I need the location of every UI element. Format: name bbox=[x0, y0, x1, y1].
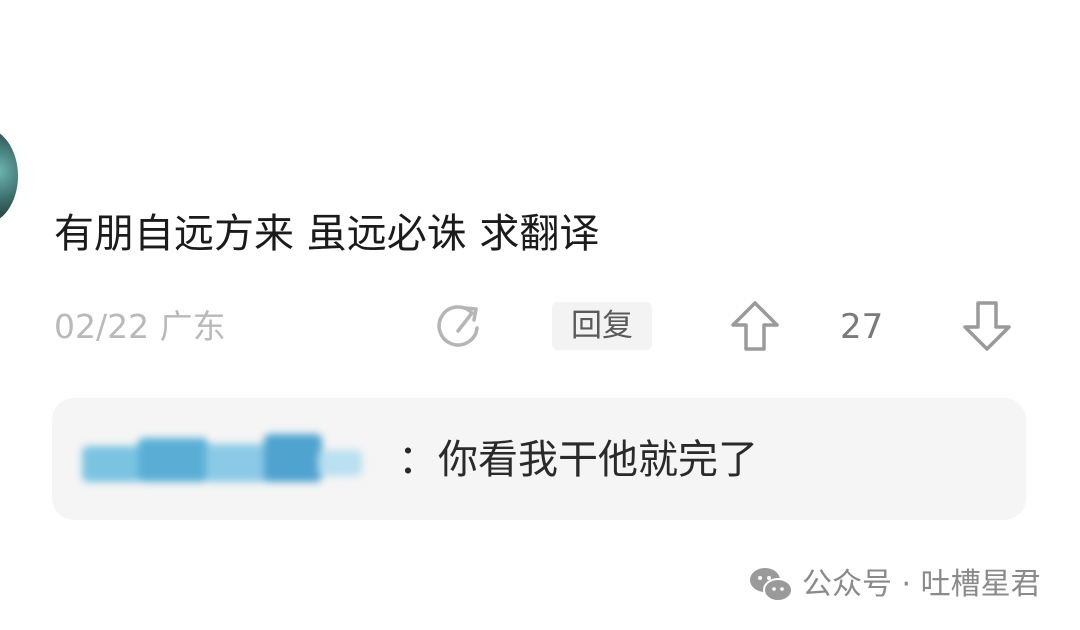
reply-preview-text: ：你看我干他就完了 bbox=[398, 437, 758, 483]
user-avatar[interactable] bbox=[0, 128, 18, 224]
watermark: 公众号 · 吐槽星君 bbox=[748, 562, 1041, 608]
watermark-text: 公众号 · 吐槽星君 bbox=[802, 567, 1041, 602]
comment-date-location: 02/22 广东 bbox=[54, 307, 226, 346]
comment-screen: 有朋自远方来 虽远必诛 求翻译 02/22 广东 回复 27 ：你看我干他就完了 bbox=[0, 0, 1080, 630]
upvote-arrow-icon[interactable] bbox=[728, 298, 782, 354]
blurred-username bbox=[78, 428, 368, 498]
share-icon[interactable] bbox=[432, 300, 484, 352]
comment-text: 有朋自远方来 虽远必诛 求翻译 bbox=[54, 211, 600, 257]
downvote-arrow-icon[interactable] bbox=[960, 298, 1014, 354]
wechat-icon bbox=[748, 565, 794, 605]
vote-count: 27 bbox=[840, 307, 884, 347]
reply-button[interactable]: 回复 bbox=[552, 302, 652, 350]
